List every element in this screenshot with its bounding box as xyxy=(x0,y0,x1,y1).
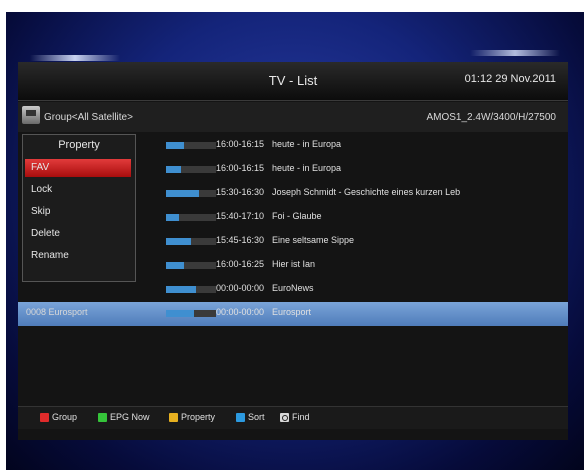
program-title: Hier ist Ian xyxy=(272,259,316,269)
progress-bar xyxy=(166,214,216,221)
yellow-key-icon xyxy=(169,413,178,422)
progress-bar xyxy=(166,238,216,245)
program-time: 15:30-16:30 xyxy=(216,187,265,197)
program-time: 00:00-00:00 xyxy=(216,283,265,293)
program-title: Foi - Glaube xyxy=(272,211,322,221)
group-label[interactable]: Group<All Satellite> xyxy=(44,112,133,123)
program-time: 15:40-17:10 xyxy=(216,211,265,221)
progress-bar xyxy=(166,190,216,197)
footer-sort-label: Sort xyxy=(248,412,265,422)
property-menu-title: Property xyxy=(58,139,100,151)
progress-fill xyxy=(166,238,191,245)
tv-list-window: TV - List 01:12 29 Nov.2011 Group<All Sa… xyxy=(18,62,568,440)
progress-fill xyxy=(166,142,184,149)
program-title: heute - in Europa xyxy=(272,139,342,149)
green-key-icon xyxy=(98,413,107,422)
info-bar: Group<All Satellite> AMOS1_2.4W/3400/H/2… xyxy=(18,102,568,132)
background-glow-left xyxy=(30,55,120,61)
program-title: Eine seltsame Sippe xyxy=(272,235,355,245)
property-item-fav[interactable]: FAV xyxy=(25,159,131,177)
property-item-lock[interactable]: Lock xyxy=(25,181,131,199)
property-item-label: Skip xyxy=(31,206,51,217)
progress-fill xyxy=(166,262,184,269)
footer-group-label: Group xyxy=(52,412,78,422)
property-item-label: FAV xyxy=(31,162,50,173)
footer-find-label: Find xyxy=(292,412,310,422)
satellite-group-icon xyxy=(22,106,40,124)
screen-bezel-top xyxy=(0,0,584,12)
footer-property-label: Property xyxy=(181,412,216,422)
program-time: 16:00-16:25 xyxy=(216,259,265,269)
program-time: 15:45-16:30 xyxy=(216,235,265,245)
channel-name: 0008 Eurosport xyxy=(26,307,88,317)
progress-fill xyxy=(166,190,199,197)
title-bar: TV - List 01:12 29 Nov.2011 xyxy=(18,62,568,101)
program-title: Joseph Schmidt - Geschichte eines kurzen… xyxy=(272,187,461,197)
footer-bar: Group EPG Now Property Sort Find xyxy=(18,406,568,429)
program-time: 00:00-00:00 xyxy=(216,307,265,317)
background-glow-right xyxy=(470,50,560,56)
footer-epg-label: EPG Now xyxy=(110,412,150,422)
progress-bar xyxy=(166,310,216,317)
date-time: 01:12 29 Nov.2011 xyxy=(464,73,556,85)
progress-fill xyxy=(166,310,194,317)
satellite-info: AMOS1_2.4W/3400/H/27500 xyxy=(426,112,556,123)
progress-fill xyxy=(166,214,179,221)
property-item-delete[interactable]: Delete xyxy=(25,225,131,243)
program-time: 16:00-16:15 xyxy=(216,163,265,173)
progress-bar xyxy=(166,166,216,173)
program-time: 16:00-16:15 xyxy=(216,139,265,149)
progress-bar xyxy=(166,142,216,149)
program-title: Eurosport xyxy=(272,307,312,317)
property-item-skip[interactable]: Skip xyxy=(25,203,131,221)
screen-bezel-left xyxy=(0,0,6,470)
channel-row-selected[interactable]: 0008 Eurosport 00:00-00:00 Eurosport xyxy=(18,302,568,326)
property-item-rename[interactable]: Rename xyxy=(25,247,131,265)
property-item-label: Delete xyxy=(31,228,60,239)
property-item-label: Rename xyxy=(31,250,69,261)
program-title: heute - in Europa xyxy=(272,163,342,173)
property-menu: Property FAV Lock Skip Delete Rename xyxy=(22,134,136,282)
progress-fill xyxy=(166,286,196,293)
find-icon xyxy=(280,413,289,422)
property-item-label: Lock xyxy=(31,184,53,195)
progress-bar xyxy=(166,262,216,269)
progress-bar xyxy=(166,286,216,293)
red-key-icon xyxy=(40,413,49,422)
progress-fill xyxy=(166,166,181,173)
program-title: EuroNews xyxy=(272,283,314,293)
blue-key-icon xyxy=(236,413,245,422)
